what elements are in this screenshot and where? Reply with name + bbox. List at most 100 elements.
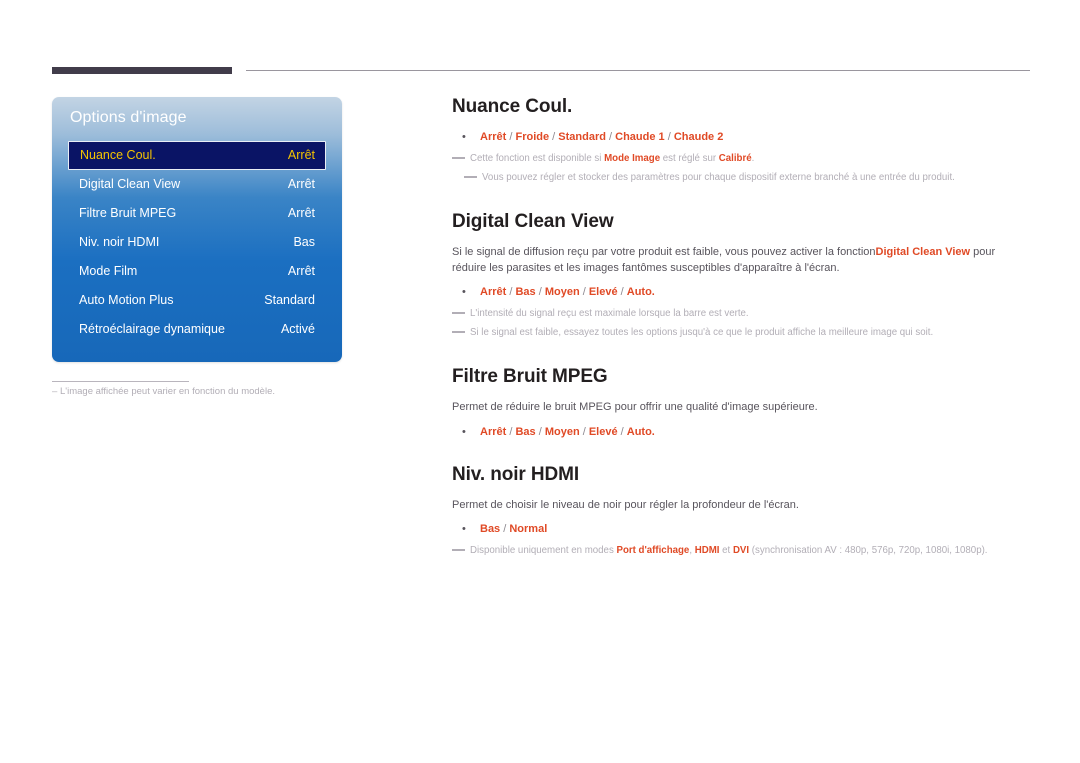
option-value: Froide — [515, 131, 550, 143]
option-separator: / — [500, 523, 510, 535]
footnote-emphasis: Calibré — [718, 153, 752, 164]
dash-marker — [464, 176, 477, 178]
footnote: Vous pouvez régler et stocker des paramè… — [452, 170, 1030, 185]
section-body: Si le signal de diffusion reçu par votre… — [452, 245, 1030, 276]
bullet-marker: • — [462, 425, 466, 438]
section-body: Permet de choisir le niveau de noir pour… — [452, 498, 799, 511]
footnote-text: (synchronisation AV : 480p, 576p, 720p, … — [749, 545, 988, 556]
section-body: Permet de réduire le bruit MPEG pour off… — [452, 401, 818, 413]
osd-panel-title: Options d'image — [70, 109, 187, 126]
section-nuance-coul: Nuance Coul. • Arrêt / Froide / Standard … — [452, 96, 1030, 185]
header-accent-bar — [52, 67, 232, 74]
osd-row-retroeclairage-dynamique[interactable]: Rétroéclairage dynamique Activé — [68, 315, 326, 344]
option-separator: / — [579, 425, 589, 438]
osd-row-digital-clean-view[interactable]: Digital Clean View Arrêt — [68, 170, 326, 199]
option-separator: / — [535, 425, 545, 438]
dash-marker — [452, 312, 465, 314]
option-value: Elevé — [588, 425, 618, 438]
option-separator: / — [617, 286, 627, 298]
options-list-dcv: • Arrêt / Bas / Moyen / Elevé / Auto. — [452, 285, 1030, 300]
footnote: Cette fonction est disponible si Mode Im… — [452, 151, 1030, 166]
footnote-text: est réglé sur — [660, 153, 719, 164]
osd-row-label: Nuance Coul. — [80, 148, 156, 162]
footnote-text: et — [719, 545, 733, 556]
option-value: Elevé — [588, 286, 618, 298]
bullet-marker: • — [462, 523, 466, 535]
osd-row-value: Arrêt — [287, 148, 315, 162]
osd-row-value: Arrêt — [287, 177, 315, 191]
section-title: Nuance Coul. — [452, 96, 573, 117]
osd-row-auto-motion-plus[interactable]: Auto Motion Plus Standard — [68, 286, 326, 315]
footnote-emphasis: Mode Image — [604, 153, 661, 164]
option-value: Moyen — [544, 286, 580, 298]
osd-row-value: Activé — [280, 322, 315, 336]
osd-row-value: Arrêt — [287, 206, 315, 220]
footnote-text: Cette fonction est disponible si — [470, 153, 605, 164]
footnote-emphasis: HDMI — [694, 545, 720, 556]
osd-row-filtre-bruit-mpeg[interactable]: Filtre Bruit MPEG Arrêt — [68, 199, 326, 228]
osd-menu-panel: Options d'image Nuance Coul. Arrêt Digit… — [52, 97, 342, 362]
footnote-text: L'intensité du signal reçu est maximale … — [470, 308, 749, 319]
osd-row-value: Arrêt — [287, 264, 315, 278]
option-value: Auto. — [626, 286, 655, 298]
section-niv-noir-hdmi: Niv. noir HDMI Permet de choisir le nive… — [452, 464, 1030, 559]
option-separator: / — [617, 425, 627, 438]
option-separator: / — [549, 131, 559, 143]
osd-row-value: Bas — [293, 235, 315, 249]
osd-menu-list: Nuance Coul. Arrêt Digital Clean View Ar… — [68, 141, 326, 344]
osd-row-label: Niv. noir HDMI — [79, 235, 160, 249]
osd-row-label: Rétroéclairage dynamique — [79, 322, 225, 336]
bullet-marker: • — [462, 131, 466, 143]
options-list-hdmi: • Bas / Normal — [452, 522, 1030, 537]
dash-marker — [452, 549, 465, 551]
option-value: Bas — [480, 523, 501, 535]
option-separator: / — [605, 131, 616, 143]
option-value: Arrêt — [480, 425, 507, 438]
option-value: Arrêt — [480, 286, 507, 298]
osd-row-label: Digital Clean View — [79, 177, 181, 191]
osd-row-value: Standard — [264, 293, 315, 307]
section-digital-clean-view: Digital Clean View Si le signal de diffu… — [452, 211, 1030, 340]
left-note-divider — [52, 381, 189, 382]
option-value: Moyen — [544, 425, 580, 438]
dash-marker: – — [52, 386, 58, 397]
option-separator: / — [664, 131, 674, 143]
body-emphasis: Digital Clean View — [875, 246, 971, 258]
section-title: Filtre Bruit MPEG — [452, 366, 608, 387]
osd-row-nuance-coul[interactable]: Nuance Coul. Arrêt — [68, 141, 326, 170]
options-list-mpeg: • Arrêt / Bas / Moyen / Elevé / Auto. — [452, 425, 1030, 440]
left-note: – L'image affichée peut varier en fonctio… — [52, 386, 352, 397]
option-value: Bas — [515, 425, 536, 438]
footnote-emphasis: Port d'affichage — [616, 545, 690, 556]
section-filtre-bruit-mpeg: Filtre Bruit MPEG Permet de réduire le b… — [452, 366, 1030, 440]
header-divider-line — [246, 70, 1030, 71]
dash-marker — [452, 331, 465, 333]
section-title: Niv. noir HDMI — [452, 463, 580, 485]
option-value: Auto. — [626, 425, 655, 438]
osd-row-niv-noir-hdmi[interactable]: Niv. noir HDMI Bas — [68, 228, 326, 257]
option-value: Bas — [515, 286, 536, 298]
dash-marker — [452, 157, 465, 159]
body-text: Si le signal de diffusion reçu par votre… — [452, 246, 876, 258]
left-note-text: L'image affichée peut varier en fonction… — [60, 386, 275, 397]
osd-row-label: Auto Motion Plus — [79, 293, 174, 307]
footnote: Si le signal est faible, essayez toutes … — [452, 325, 1030, 340]
options-list-nuance: • Arrêt / Froide / Standard / Chaude 1 / … — [452, 130, 1030, 145]
option-value: Chaude 2 — [673, 131, 724, 143]
option-value: Normal — [509, 523, 548, 535]
documentation-content: Nuance Coul. • Arrêt / Froide / Standard … — [452, 96, 1030, 584]
option-separator: / — [535, 286, 545, 298]
footnote-text: Disponible uniquement en modes — [470, 545, 617, 556]
footnote-text: . — [751, 153, 755, 164]
footnote-text: Si le signal est faible, essayez toutes … — [470, 327, 934, 338]
bullet-marker: • — [462, 286, 466, 298]
option-value: Standard — [558, 131, 606, 143]
option-value: Chaude 1 — [615, 131, 665, 143]
osd-row-label: Mode Film — [79, 264, 138, 278]
footnote-emphasis: DVI — [732, 545, 750, 556]
footnote-text: Vous pouvez régler et stocker des paramè… — [482, 172, 955, 183]
option-separator: / — [579, 286, 589, 298]
osd-row-mode-film[interactable]: Mode Film Arrêt — [68, 257, 326, 286]
footnote: L'intensité du signal reçu est maximale … — [452, 306, 1030, 321]
section-title: Digital Clean View — [452, 211, 614, 232]
